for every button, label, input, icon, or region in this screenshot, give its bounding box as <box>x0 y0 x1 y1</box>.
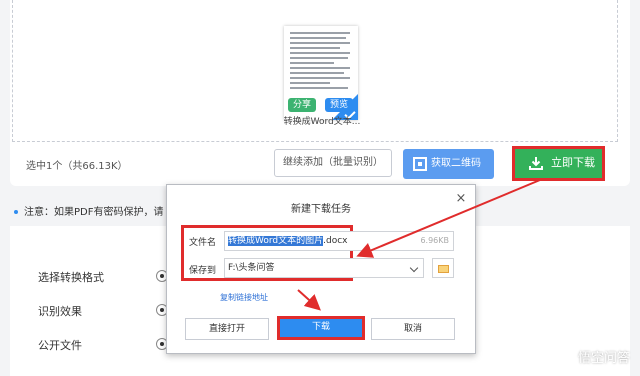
text-line <box>290 32 350 34</box>
text-line <box>290 42 350 44</box>
save-to-select[interactable]: F:\头条问答 <box>224 258 424 278</box>
save-to-label: 保存到 <box>189 266 217 276</box>
get-qrcode-button[interactable]: 获取二维码 <box>403 149 494 179</box>
password-note: 注意：如果PDF有密码保护，请 <box>14 203 163 218</box>
effect-label: 识别效果 <box>38 305 82 318</box>
text-line <box>290 62 334 64</box>
preview-button[interactable]: 预览 <box>325 98 354 112</box>
filename-input[interactable]: 转换成Word文本的图片.docx 6.96KB <box>224 231 454 251</box>
text-line <box>290 87 348 89</box>
watermark: 悟空问答 <box>577 351 630 366</box>
download-button[interactable]: 下载 <box>277 316 365 340</box>
file-name: 转换成Word文本... <box>283 117 361 127</box>
cancel-button[interactable]: 取消 <box>371 318 455 340</box>
dialog-title: 新建下载任务 <box>291 204 351 215</box>
selected-count: 选中1个（共66.13K） <box>26 161 128 172</box>
open-direct-button[interactable]: 直接打开 <box>185 318 269 340</box>
download-now-button[interactable]: 立即下载 <box>512 146 605 181</box>
folder-icon <box>438 265 449 273</box>
format-label: 选择转换格式 <box>38 271 104 284</box>
filename-selected-text: 转换成Word文本的图片 <box>228 236 324 246</box>
bullet-icon <box>14 210 18 214</box>
download-icon <box>529 157 543 170</box>
continue-add-button[interactable]: 继续添加（批量识别） <box>274 149 392 177</box>
download-now-label: 立即下载 <box>551 157 595 169</box>
get-qrcode-label: 获取二维码 <box>431 158 481 169</box>
text-line <box>290 72 344 74</box>
filename-extension: .docx <box>323 236 348 246</box>
qrcode-icon <box>413 157 427 171</box>
text-line <box>290 82 330 84</box>
new-download-dialog: 新建下载任务 × 文件名 转换成Word文本的图片.docx 6.96KB 保存… <box>166 184 476 354</box>
password-note-text: 注意：如果PDF有密码保护，请 <box>24 207 164 218</box>
copy-link[interactable]: 复制链接地址 <box>220 292 268 303</box>
text-line <box>290 37 346 39</box>
close-icon[interactable]: × <box>455 192 467 205</box>
chevron-down-icon <box>409 263 419 273</box>
text-line <box>290 47 340 49</box>
file-size: 6.96KB <box>420 236 449 245</box>
share-button[interactable]: 分享 <box>288 98 317 112</box>
text-line <box>290 67 350 69</box>
browse-folder-button[interactable] <box>432 258 454 278</box>
text-line <box>290 52 350 54</box>
save-to-value: F:\头条问答 <box>228 263 275 273</box>
text-line <box>290 57 348 59</box>
public-label: 公开文件 <box>38 339 82 352</box>
filename-label: 文件名 <box>189 238 217 248</box>
text-line <box>290 77 350 79</box>
